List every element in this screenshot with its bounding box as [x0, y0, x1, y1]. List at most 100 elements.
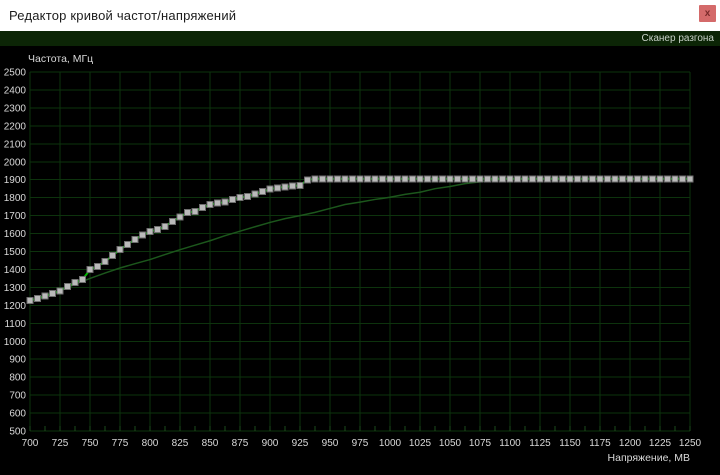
vf-point-marker[interactable] [146, 228, 154, 236]
vf-point-marker[interactable] [506, 175, 514, 183]
vf-point-marker[interactable] [349, 175, 356, 183]
vf-point-marker[interactable] [304, 176, 311, 184]
vf-point-marker[interactable] [236, 193, 244, 201]
vf-point-marker[interactable] [491, 175, 499, 183]
vf-point-marker[interactable] [484, 175, 491, 183]
vf-point-marker[interactable] [401, 175, 409, 183]
close-button[interactable]: x [699, 5, 716, 22]
vf-point-marker[interactable] [671, 175, 679, 183]
vf-point-marker[interactable] [371, 175, 379, 183]
vf-point-marker[interactable] [499, 175, 506, 183]
vf-point-marker[interactable] [124, 240, 131, 248]
vf-point-marker[interactable] [109, 252, 116, 260]
vf-point-marker[interactable] [596, 175, 604, 183]
vf-point-marker[interactable] [626, 175, 634, 183]
vf-point-marker[interactable] [311, 175, 319, 183]
vf-point-marker[interactable] [334, 175, 341, 183]
vf-point-marker[interactable] [394, 175, 401, 183]
vf-point-marker[interactable] [244, 193, 251, 201]
vf-point-marker[interactable] [679, 175, 686, 183]
vf-point-marker[interactable] [686, 175, 694, 183]
vf-point-marker[interactable] [469, 175, 476, 183]
vf-point-marker[interactable] [191, 207, 199, 215]
vf-point-marker[interactable] [536, 175, 544, 183]
vf-point-marker[interactable] [641, 175, 649, 183]
vf-point-marker[interactable] [619, 175, 626, 183]
vf-point-marker[interactable] [559, 175, 566, 183]
vf-point-marker[interactable] [529, 175, 536, 183]
vf-point-marker[interactable] [161, 222, 169, 230]
vf-point-marker[interactable] [64, 283, 71, 291]
vf-point-marker[interactable] [229, 196, 236, 204]
vf-point-marker[interactable] [206, 200, 214, 208]
vf-point-marker[interactable] [521, 175, 529, 183]
y-tick-label: 1700 [4, 211, 27, 222]
vf-point-marker[interactable] [251, 190, 259, 198]
vf-point-marker[interactable] [551, 175, 559, 183]
vf-point-marker[interactable] [454, 175, 461, 183]
vf-point-marker[interactable] [101, 258, 109, 266]
vf-point-marker[interactable] [169, 218, 176, 226]
vf-point-marker[interactable] [409, 175, 416, 183]
vf-chart[interactable]: 2500 2400 2300 2200 2100 2000 1900 1800 1700 1600… [0, 46, 720, 470]
vf-point-marker[interactable] [574, 175, 581, 183]
vf-point-marker[interactable] [461, 175, 469, 183]
vf-point-marker[interactable] [274, 184, 281, 192]
window-title: Редактор кривой частот/напряжений [9, 8, 237, 23]
vf-point-marker[interactable] [656, 175, 664, 183]
vf-point-marker[interactable] [221, 198, 229, 206]
vf-point-marker[interactable] [79, 276, 86, 284]
vf-point-marker[interactable] [94, 262, 101, 270]
vf-point-marker[interactable] [289, 182, 296, 190]
vf-point-marker[interactable] [649, 175, 656, 183]
vf-point-marker[interactable] [581, 175, 589, 183]
vf-point-marker[interactable] [341, 175, 349, 183]
vf-point-marker[interactable] [326, 175, 334, 183]
vf-point-marker[interactable] [266, 185, 274, 193]
vf-point-marker[interactable] [589, 175, 596, 183]
vf-point-marker[interactable] [319, 175, 326, 183]
vf-point-marker[interactable] [611, 175, 619, 183]
vf-point-marker[interactable] [424, 175, 431, 183]
vf-point-marker[interactable] [41, 292, 49, 300]
vf-point-marker[interactable] [356, 175, 364, 183]
vf-point-marker[interactable] [439, 175, 446, 183]
vf-point-marker[interactable] [386, 175, 394, 183]
vf-point-marker[interactable] [139, 231, 146, 239]
vf-point-marker[interactable] [476, 175, 484, 183]
vf-point-marker[interactable] [199, 204, 206, 212]
vf-point-marker[interactable] [566, 175, 574, 183]
vf-point-marker[interactable] [664, 175, 671, 183]
vf-point-marker[interactable] [184, 209, 191, 217]
vf-point-marker[interactable] [544, 175, 551, 183]
y-tick-label: 600 [9, 409, 26, 420]
vf-point-marker[interactable] [446, 175, 454, 183]
vf-point-marker[interactable] [364, 175, 371, 183]
vf-point-marker[interactable] [71, 279, 79, 287]
vf-point-marker[interactable] [379, 175, 386, 183]
vf-point-marker[interactable] [154, 226, 161, 234]
oc-scanner-link[interactable]: Сканер разгона [642, 33, 714, 44]
vf-point-marker[interactable] [634, 175, 641, 183]
x-tick-label: 1125 [529, 438, 551, 449]
vf-point-marker[interactable] [296, 181, 304, 189]
vf-point-marker[interactable] [604, 175, 611, 183]
vf-point-marker[interactable] [26, 297, 34, 305]
vf-point-marker[interactable] [34, 294, 41, 302]
vf-point-marker[interactable] [176, 213, 184, 221]
vf-point-marker[interactable] [431, 175, 439, 183]
vf-point-marker[interactable] [281, 183, 289, 191]
vf-point-marker[interactable] [214, 199, 221, 207]
y-tick-label: 1200 [4, 301, 27, 312]
vf-point-marker[interactable] [116, 246, 124, 254]
vf-point-marker[interactable] [56, 287, 64, 295]
chart-area: 2500 2400 2300 2200 2100 2000 1900 1800 1700 1600… [0, 46, 720, 470]
y-tick-label: 1400 [4, 265, 27, 276]
vf-point-marker[interactable] [131, 236, 139, 244]
vf-point-marker[interactable] [416, 175, 424, 183]
vf-point-marker[interactable] [86, 266, 94, 274]
vf-point-marker[interactable] [49, 290, 56, 298]
vf-point-marker[interactable] [514, 175, 521, 183]
vf-point-marker[interactable] [259, 188, 266, 196]
y-tick-label: 2000 [4, 157, 27, 168]
